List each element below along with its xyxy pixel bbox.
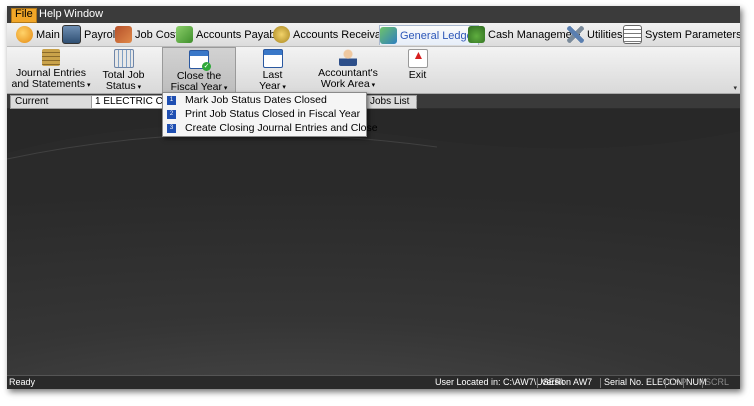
number-1-icon: 1 — [167, 96, 176, 105]
accountant-person-icon — [339, 49, 357, 66]
status-separator — [683, 378, 684, 388]
chevron-down-icon: ▾ — [135, 84, 142, 91]
tab-label: Utilities — [587, 28, 623, 41]
menu-item-create-closing-journal-entries[interactable]: 3 Create Closing Journal Entries and Clo… — [164, 122, 378, 135]
cash-management-icon — [468, 26, 485, 43]
close-fiscal-year-button[interactable]: ✓ Close the Fiscal Year ▾ — [162, 47, 236, 95]
menu-file[interactable]: File — [11, 8, 37, 23]
ribbon-expand-icon[interactable]: ▾ — [733, 84, 737, 92]
tab-utilities[interactable]: Utilities — [567, 25, 622, 44]
status-separator — [600, 378, 601, 388]
current-company-label: Current Company: — [10, 95, 96, 119]
chevron-down-icon: ▾ — [221, 85, 228, 92]
calendar-check-icon: ✓ — [189, 50, 211, 71]
status-num: NUM — [686, 377, 707, 387]
accounts-receivable-icon — [273, 26, 290, 43]
ledger-book-icon — [42, 49, 60, 66]
number-3-icon: 3 — [167, 124, 176, 133]
company-bar: Current Company: 1 ELECTRIC CO Jobs List… — [7, 94, 740, 119]
job-cost-icon — [115, 26, 132, 43]
background-swoosh — [7, 109, 740, 160]
status-separator — [537, 378, 538, 388]
ribbon: Journal Entries and Statements ▾ Total J… — [7, 47, 740, 95]
calendar-icon — [262, 49, 283, 68]
current-company-field[interactable]: 1 ELECTRIC CO — [91, 95, 168, 109]
number-2-icon: 2 — [167, 110, 176, 119]
jobs-list-button[interactable]: Jobs List — [366, 95, 417, 109]
chevron-down-icon[interactable]: ▾ — [413, 98, 417, 106]
tab-label: System Parameters — [645, 28, 740, 41]
status-scrl: SCRL — [705, 377, 730, 387]
tab-system-parameters[interactable]: System Parameters — [623, 25, 740, 44]
tab-label: Job Cost — [135, 28, 179, 41]
main-icon — [16, 26, 33, 43]
menu-item-print-job-status-closed[interactable]: 2 Print Job Status Closed in Fiscal Year — [164, 108, 365, 121]
journal-entries-button[interactable]: Journal Entries and Statements ▾ — [11, 47, 91, 93]
menu-item-mark-job-status-dates-closed[interactable]: 1 Mark Job Status Dates Closed — [164, 94, 365, 107]
chevron-down-icon: ▾ — [280, 84, 286, 91]
close-fiscal-year-menu: 1 Mark Job Status Dates Closed 2 Print J… — [162, 92, 378, 137]
exit-button[interactable]: ▲ Exit — [400, 47, 435, 93]
tab-main[interactable]: Main — [16, 25, 60, 44]
chevron-down-icon: ▾ — [369, 82, 376, 89]
module-tab-bar: Main Payroll Job Cost Accounts Payable A… — [7, 23, 740, 47]
tab-accounts-receivable[interactable]: Accounts Receivable — [273, 25, 396, 44]
tab-label: Accounts Payable — [196, 28, 285, 41]
utilities-icon — [567, 26, 584, 43]
payroll-icon — [62, 25, 81, 44]
status-separator — [665, 378, 666, 388]
tab-job-cost[interactable]: Job Cost — [115, 25, 178, 44]
tab-label: Main — [36, 28, 60, 41]
tab-cash-management[interactable]: Cash Management — [468, 25, 581, 44]
accounts-payable-icon — [176, 26, 193, 43]
status-ready: Ready — [9, 377, 36, 387]
status-version: Version AW7 — [541, 377, 593, 387]
application-window: File Help Window Main Payroll Job Cost A… — [7, 6, 740, 389]
status-bar: Ready User Located in: C:\AW7\USER\ Vers… — [7, 375, 740, 389]
menu-window[interactable]: Window — [61, 8, 106, 21]
tab-label: General Ledger — [400, 29, 477, 42]
status-separator — [702, 378, 703, 388]
accountants-work-area-button[interactable]: Accountant's Work Area ▾ — [312, 47, 384, 93]
chevron-down-icon: ▾ — [85, 82, 91, 89]
last-year-button[interactable]: Last Year ▾ — [250, 47, 295, 93]
exit-icon: ▲ — [407, 49, 428, 68]
tab-label: Payroll — [84, 28, 118, 41]
tab-general-ledger[interactable]: General Ledger — [379, 25, 480, 45]
general-ledger-icon — [380, 27, 397, 44]
status-grid-icon — [113, 49, 134, 68]
menu-bar: File Help Window — [7, 6, 740, 23]
tab-accounts-payable[interactable]: Accounts Payable — [176, 25, 284, 44]
tab-payroll[interactable]: Payroll — [62, 25, 118, 44]
total-job-status-button[interactable]: Total Job Status ▾ — [96, 47, 151, 93]
system-parameters-icon — [623, 25, 642, 44]
workspace — [7, 109, 740, 375]
